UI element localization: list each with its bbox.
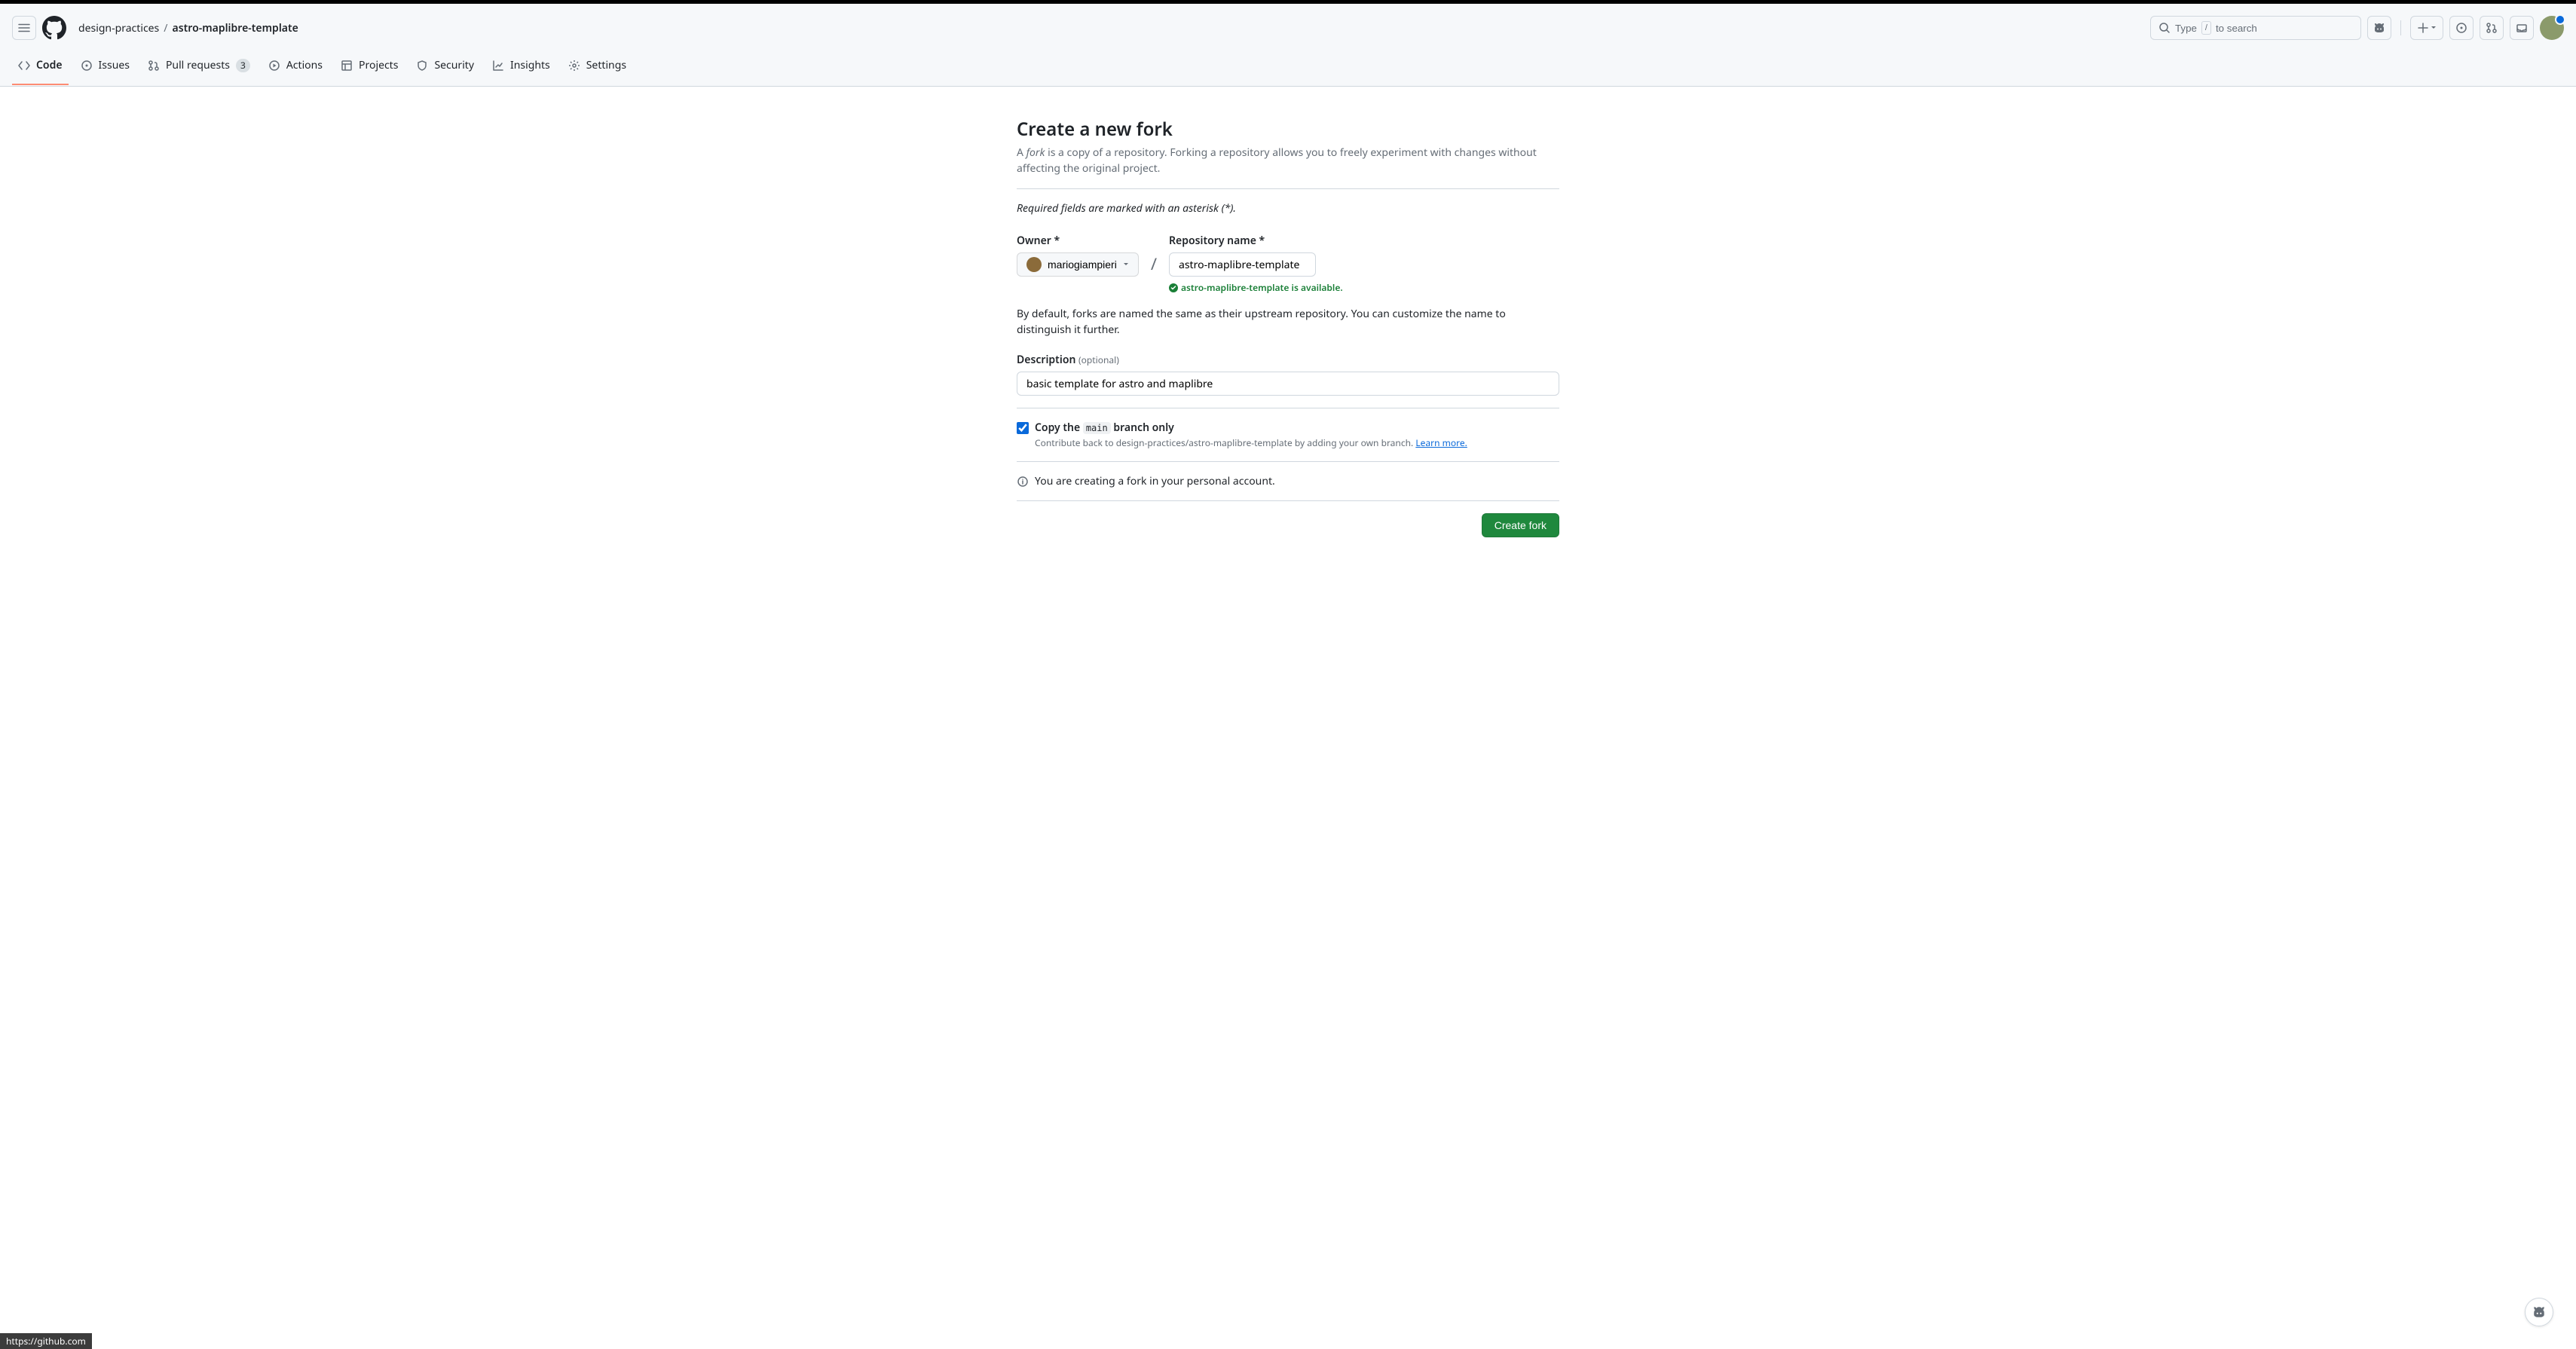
- tab-pulls-label: Pull requests: [166, 58, 230, 72]
- owner-label: Owner *: [1017, 234, 1139, 248]
- repo-name-input[interactable]: [1169, 252, 1316, 277]
- tab-issues-label: Issues: [99, 58, 130, 72]
- owner-avatar: [1026, 257, 1042, 272]
- caret-down-icon: [1123, 262, 1129, 268]
- required-fields-note: Required fields are marked with an aster…: [1017, 201, 1559, 216]
- status-bar-url: https://github.com: [0, 1333, 92, 1349]
- info-icon: [1017, 476, 1029, 488]
- check-circle-icon: [1169, 283, 1178, 292]
- tab-pulls-counter: 3: [236, 59, 250, 72]
- search-kbd: /: [2201, 21, 2211, 35]
- breadcrumb-owner-link[interactable]: design-practices: [78, 21, 159, 35]
- tab-code-label: Code: [36, 58, 63, 72]
- code-icon: [18, 60, 30, 72]
- copy-main-only-label: Copy the main branch only: [1035, 421, 1467, 435]
- tab-issues[interactable]: Issues: [75, 52, 136, 86]
- graph-icon: [492, 60, 504, 72]
- search-suffix: to search: [2216, 23, 2257, 34]
- tab-actions[interactable]: Actions: [262, 52, 329, 86]
- table-icon: [341, 60, 353, 72]
- play-icon: [268, 60, 280, 72]
- git-pull-request-icon: [148, 60, 160, 72]
- issue-icon: [81, 60, 93, 72]
- tab-code[interactable]: Code: [12, 52, 69, 86]
- page-subtitle: A fork is a copy of a repository. Forkin…: [1017, 145, 1559, 176]
- pull-requests-button[interactable]: [2480, 16, 2504, 40]
- caret-down-icon: [2431, 25, 2437, 31]
- tab-security[interactable]: Security: [410, 52, 480, 86]
- breadcrumb-repo-link[interactable]: astro-maplibre-template: [173, 21, 298, 35]
- copilot-icon: [2532, 1305, 2546, 1319]
- tab-insights[interactable]: Insights: [486, 52, 556, 86]
- create-new-button[interactable]: [2410, 16, 2443, 40]
- breadcrumb: design-practices / astro-maplibre-templa…: [78, 21, 298, 35]
- user-avatar-button[interactable]: [2540, 16, 2564, 40]
- tab-projects-label: Projects: [359, 58, 398, 72]
- description-label: Description (optional): [1017, 353, 1119, 367]
- search-icon: [2158, 22, 2171, 34]
- tab-security-label: Security: [434, 58, 474, 72]
- fork-info-row: You are creating a fork in your personal…: [1017, 474, 1559, 488]
- repo-nav-tabs: Code Issues Pull requests 3 Actions Proj…: [0, 52, 2576, 86]
- tab-settings[interactable]: Settings: [562, 52, 632, 86]
- copilot-icon: [2373, 22, 2385, 34]
- github-logo[interactable]: [42, 16, 66, 40]
- issue-opened-icon: [2455, 22, 2467, 34]
- floating-copilot-button[interactable]: [2525, 1298, 2553, 1326]
- copy-main-only-note: Contribute back to design-practices/astr…: [1035, 436, 1467, 449]
- plus-icon: [2417, 22, 2429, 34]
- tab-actions-label: Actions: [286, 58, 323, 72]
- learn-more-link[interactable]: Learn more.: [1415, 436, 1467, 449]
- notifications-button[interactable]: [2510, 16, 2534, 40]
- git-pull-request-icon: [2486, 22, 2498, 34]
- owner-repo-separator: /: [1151, 252, 1157, 276]
- tab-settings-label: Settings: [586, 58, 626, 72]
- inbox-icon: [2516, 22, 2528, 34]
- owner-name: mariogiampieri: [1048, 258, 1117, 271]
- search-prefix: Type: [2175, 23, 2197, 34]
- tab-insights-label: Insights: [510, 58, 550, 72]
- shield-icon: [416, 60, 428, 72]
- gear-icon: [568, 60, 580, 72]
- create-fork-button[interactable]: Create fork: [1482, 513, 1559, 537]
- owner-dropdown[interactable]: mariogiampieri: [1017, 252, 1139, 277]
- availability-message: astro-maplibre-template is available.: [1169, 281, 1343, 294]
- repo-name-label: Repository name *: [1169, 234, 1343, 248]
- naming-help-text: By default, forks are named the same as …: [1017, 306, 1559, 338]
- hamburger-menu-button[interactable]: [12, 16, 36, 40]
- description-input[interactable]: [1017, 372, 1559, 396]
- issues-button[interactable]: [2449, 16, 2474, 40]
- copy-main-only-checkbox[interactable]: [1017, 422, 1029, 434]
- breadcrumb-separator: /: [164, 21, 167, 35]
- github-mark-icon: [42, 16, 66, 40]
- tab-pull-requests[interactable]: Pull requests 3: [142, 52, 256, 86]
- page-title: Create a new fork: [1017, 117, 1559, 142]
- copilot-button[interactable]: [2367, 16, 2391, 40]
- hamburger-icon: [18, 22, 30, 34]
- search-button[interactable]: Type / to search: [2150, 16, 2361, 40]
- tab-projects[interactable]: Projects: [335, 52, 404, 86]
